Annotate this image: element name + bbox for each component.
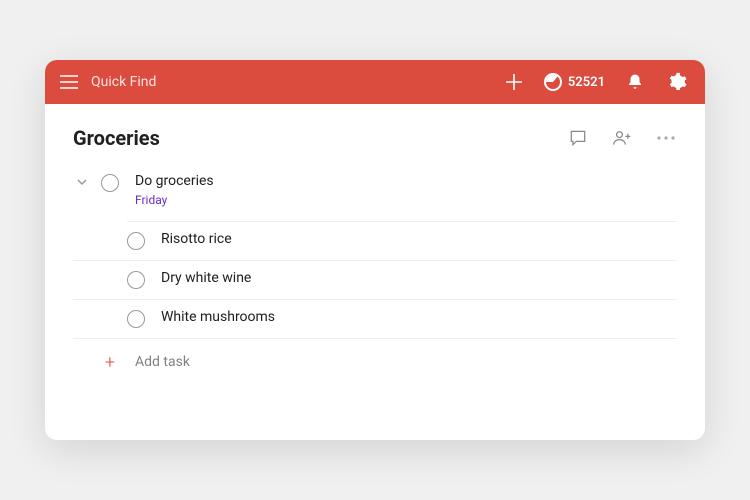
task-row[interactable]: Dry white wine	[73, 261, 677, 300]
task-title: White mushrooms	[161, 309, 275, 325]
task-checkbox[interactable]	[101, 174, 119, 192]
task-body: Do groceries Friday	[135, 173, 214, 207]
plus-icon	[505, 73, 523, 91]
hamburger-icon	[60, 75, 78, 89]
list-actions	[567, 127, 677, 149]
add-task-button[interactable]: + Add task	[73, 339, 677, 371]
add-person-icon	[611, 128, 633, 148]
gear-icon	[667, 72, 687, 92]
task-title: Do groceries	[135, 173, 214, 189]
chevron-down-icon	[76, 176, 88, 188]
list-header: Groceries	[73, 126, 677, 150]
task-title: Dry white wine	[161, 270, 251, 286]
comments-button[interactable]	[567, 127, 589, 149]
topbar-actions: 52521	[502, 70, 689, 94]
task-checkbox[interactable]	[127, 271, 145, 289]
chat-icon	[568, 128, 588, 148]
content-area: Groceries Do groceries Friday	[45, 104, 705, 440]
list-title: Groceries	[73, 126, 567, 150]
task-due-date: Friday	[135, 193, 214, 207]
app-window: Quick Find 52521 Groceries	[45, 60, 705, 440]
task-checkbox[interactable]	[127, 232, 145, 250]
expand-toggle[interactable]	[73, 176, 91, 188]
progress-icon	[544, 73, 562, 91]
notifications-button[interactable]	[623, 70, 647, 94]
task-checkbox[interactable]	[127, 310, 145, 328]
settings-button[interactable]	[665, 70, 689, 94]
quick-add-button[interactable]	[502, 70, 526, 94]
task-row[interactable]: White mushrooms	[73, 300, 677, 339]
topbar: Quick Find 52521	[45, 60, 705, 104]
menu-button[interactable]	[55, 68, 83, 96]
karma-count: 52521	[568, 75, 605, 90]
add-task-label: Add task	[135, 354, 190, 370]
task-title: Risotto rice	[161, 231, 232, 247]
search-input[interactable]: Quick Find	[91, 74, 502, 90]
plus-icon: +	[101, 353, 119, 371]
karma-button[interactable]: 52521	[544, 73, 605, 91]
more-button[interactable]	[655, 127, 677, 149]
task-row[interactable]: Risotto rice	[73, 222, 677, 261]
task-row[interactable]: Do groceries Friday	[73, 164, 677, 217]
more-icon	[656, 135, 676, 141]
bell-icon	[626, 73, 644, 91]
share-button[interactable]	[611, 127, 633, 149]
